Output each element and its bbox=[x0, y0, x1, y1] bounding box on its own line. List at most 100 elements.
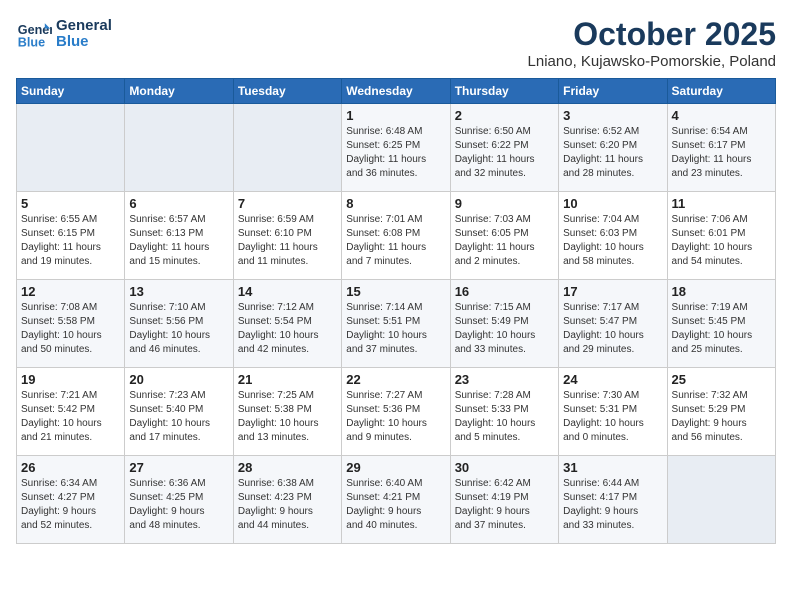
calendar-cell: 17 Sunrise: 7:17 AM Sunset: 5:47 PM Dayli… bbox=[559, 280, 667, 368]
header-saturday: Saturday bbox=[667, 79, 775, 104]
day-number: 12 bbox=[21, 284, 120, 299]
day-info: Sunrise: 7:15 AM Sunset: 5:49 PM Dayligh… bbox=[455, 301, 554, 357]
day-info: Sunrise: 7:32 AM Sunset: 5:29 PM Dayligh… bbox=[672, 389, 771, 445]
header-thursday: Thursday bbox=[450, 79, 558, 104]
day-info: Sunrise: 6:48 AM Sunset: 6:25 PM Dayligh… bbox=[346, 125, 445, 181]
day-info: Sunrise: 6:34 AM Sunset: 4:27 PM Dayligh… bbox=[21, 477, 120, 533]
calendar-cell: 14 Sunrise: 7:12 AM Sunset: 5:54 PM Dayli… bbox=[233, 280, 341, 368]
day-number: 15 bbox=[346, 284, 445, 299]
day-number: 30 bbox=[455, 460, 554, 475]
day-info: Sunrise: 7:21 AM Sunset: 5:42 PM Dayligh… bbox=[21, 389, 120, 445]
calendar-cell: 29Sunrise: 6:40 AM Sunset: 4:21 PM Dayli… bbox=[342, 456, 450, 544]
calendar-cell: 12 Sunrise: 7:08 AM Sunset: 5:58 PM Dayli… bbox=[17, 280, 125, 368]
day-number: 1 bbox=[346, 108, 445, 123]
day-number: 26 bbox=[21, 460, 120, 475]
day-number: 11 bbox=[672, 196, 771, 211]
svg-text:Blue: Blue bbox=[18, 36, 45, 50]
day-number: 22 bbox=[346, 372, 445, 387]
day-number: 6 bbox=[129, 196, 228, 211]
day-number: 14 bbox=[238, 284, 337, 299]
calendar-cell: 30 Sunrise: 6:42 AM Sunset: 4:19 PM Dayli… bbox=[450, 456, 558, 544]
week-row-4: 19 Sunrise: 7:21 AM Sunset: 5:42 PM Dayli… bbox=[17, 368, 776, 456]
day-info: Sunrise: 7:06 AM Sunset: 6:01 PM Dayligh… bbox=[672, 213, 771, 269]
day-info: Sunrise: 6:38 AM Sunset: 4:23 PM Dayligh… bbox=[238, 477, 337, 533]
day-number: 25 bbox=[672, 372, 771, 387]
day-number: 5 bbox=[21, 196, 120, 211]
day-number: 21 bbox=[238, 372, 337, 387]
day-number: 13 bbox=[129, 284, 228, 299]
day-number: 20 bbox=[129, 372, 228, 387]
week-row-5: 26 Sunrise: 6:34 AM Sunset: 4:27 PM Dayli… bbox=[17, 456, 776, 544]
day-info: Sunrise: 6:52 AM Sunset: 6:20 PM Dayligh… bbox=[563, 125, 662, 181]
calendar-cell: 15 Sunrise: 7:14 AM Sunset: 5:51 PM Dayli… bbox=[342, 280, 450, 368]
calendar-cell: 22 Sunrise: 7:27 AM Sunset: 5:36 PM Dayli… bbox=[342, 368, 450, 456]
header-sunday: Sunday bbox=[17, 79, 125, 104]
title-block: October 2025 Lniano, Kujawsko-Pomorskie,… bbox=[528, 16, 776, 70]
calendar-cell bbox=[17, 104, 125, 192]
location: Lniano, Kujawsko-Pomorskie, Poland bbox=[528, 53, 776, 70]
logo-line1: General bbox=[56, 18, 112, 35]
day-info: Sunrise: 7:30 AM Sunset: 5:31 PM Dayligh… bbox=[563, 389, 662, 445]
day-info: Sunrise: 7:12 AM Sunset: 5:54 PM Dayligh… bbox=[238, 301, 337, 357]
calendar-cell: 27Sunrise: 6:36 AM Sunset: 4:25 PM Dayli… bbox=[125, 456, 233, 544]
week-row-1: 1 Sunrise: 6:48 AM Sunset: 6:25 PM Daylig… bbox=[17, 104, 776, 192]
day-number: 9 bbox=[455, 196, 554, 211]
day-info: Sunrise: 7:10 AM Sunset: 5:56 PM Dayligh… bbox=[129, 301, 228, 357]
calendar-table: SundayMondayTuesdayWednesdayThursdayFrid… bbox=[16, 78, 776, 544]
calendar-cell: 2 Sunrise: 6:50 AM Sunset: 6:22 PM Daylig… bbox=[450, 104, 558, 192]
day-info: Sunrise: 6:57 AM Sunset: 6:13 PM Dayligh… bbox=[129, 213, 228, 269]
week-row-2: 5Sunrise: 6:55 AM Sunset: 6:15 PM Daylig… bbox=[17, 192, 776, 280]
day-info: Sunrise: 6:44 AM Sunset: 4:17 PM Dayligh… bbox=[563, 477, 662, 533]
day-number: 2 bbox=[455, 108, 554, 123]
calendar-cell: 23Sunrise: 7:28 AM Sunset: 5:33 PM Dayli… bbox=[450, 368, 558, 456]
calendar-cell: 3 Sunrise: 6:52 AM Sunset: 6:20 PM Daylig… bbox=[559, 104, 667, 192]
calendar-cell: 21 Sunrise: 7:25 AM Sunset: 5:38 PM Dayli… bbox=[233, 368, 341, 456]
day-number: 10 bbox=[563, 196, 662, 211]
calendar-cell: 6 Sunrise: 6:57 AM Sunset: 6:13 PM Daylig… bbox=[125, 192, 233, 280]
header-tuesday: Tuesday bbox=[233, 79, 341, 104]
day-info: Sunrise: 7:04 AM Sunset: 6:03 PM Dayligh… bbox=[563, 213, 662, 269]
day-info: Sunrise: 7:14 AM Sunset: 5:51 PM Dayligh… bbox=[346, 301, 445, 357]
header-friday: Friday bbox=[559, 79, 667, 104]
calendar-cell bbox=[233, 104, 341, 192]
calendar-cell: 13 Sunrise: 7:10 AM Sunset: 5:56 PM Dayli… bbox=[125, 280, 233, 368]
logo-line2: Blue bbox=[56, 34, 112, 51]
calendar-cell: 26 Sunrise: 6:34 AM Sunset: 4:27 PM Dayli… bbox=[17, 456, 125, 544]
day-number: 4 bbox=[672, 108, 771, 123]
day-number: 24 bbox=[563, 372, 662, 387]
calendar-cell: 28 Sunrise: 6:38 AM Sunset: 4:23 PM Dayli… bbox=[233, 456, 341, 544]
calendar-cell: 18Sunrise: 7:19 AM Sunset: 5:45 PM Dayli… bbox=[667, 280, 775, 368]
week-row-3: 12 Sunrise: 7:08 AM Sunset: 5:58 PM Dayli… bbox=[17, 280, 776, 368]
calendar-cell: 20Sunrise: 7:23 AM Sunset: 5:40 PM Dayli… bbox=[125, 368, 233, 456]
calendar-cell: 11 Sunrise: 7:06 AM Sunset: 6:01 PM Dayli… bbox=[667, 192, 775, 280]
day-number: 18 bbox=[672, 284, 771, 299]
page-header: General Blue General Blue October 2025 L… bbox=[16, 16, 776, 70]
day-info: Sunrise: 7:27 AM Sunset: 5:36 PM Dayligh… bbox=[346, 389, 445, 445]
day-info: Sunrise: 6:50 AM Sunset: 6:22 PM Dayligh… bbox=[455, 125, 554, 181]
day-number: 23 bbox=[455, 372, 554, 387]
day-info: Sunrise: 7:01 AM Sunset: 6:08 PM Dayligh… bbox=[346, 213, 445, 269]
day-info: Sunrise: 6:54 AM Sunset: 6:17 PM Dayligh… bbox=[672, 125, 771, 181]
day-info: Sunrise: 6:42 AM Sunset: 4:19 PM Dayligh… bbox=[455, 477, 554, 533]
calendar-cell: 5Sunrise: 6:55 AM Sunset: 6:15 PM Daylig… bbox=[17, 192, 125, 280]
day-number: 31 bbox=[563, 460, 662, 475]
day-number: 19 bbox=[21, 372, 120, 387]
day-info: Sunrise: 7:08 AM Sunset: 5:58 PM Dayligh… bbox=[21, 301, 120, 357]
logo: General Blue General Blue bbox=[16, 16, 112, 52]
day-number: 17 bbox=[563, 284, 662, 299]
day-number: 28 bbox=[238, 460, 337, 475]
day-info: Sunrise: 7:25 AM Sunset: 5:38 PM Dayligh… bbox=[238, 389, 337, 445]
calendar-cell: 1 Sunrise: 6:48 AM Sunset: 6:25 PM Daylig… bbox=[342, 104, 450, 192]
header-monday: Monday bbox=[125, 79, 233, 104]
calendar-cell: 8Sunrise: 7:01 AM Sunset: 6:08 PM Daylig… bbox=[342, 192, 450, 280]
calendar-cell: 25 Sunrise: 7:32 AM Sunset: 5:29 PM Dayli… bbox=[667, 368, 775, 456]
calendar-cell: 9Sunrise: 7:03 AM Sunset: 6:05 PM Daylig… bbox=[450, 192, 558, 280]
calendar-cell: 7Sunrise: 6:59 AM Sunset: 6:10 PM Daylig… bbox=[233, 192, 341, 280]
logo-icon: General Blue bbox=[16, 16, 52, 52]
day-number: 3 bbox=[563, 108, 662, 123]
calendar-cell bbox=[125, 104, 233, 192]
day-info: Sunrise: 6:40 AM Sunset: 4:21 PM Dayligh… bbox=[346, 477, 445, 533]
day-info: Sunrise: 7:17 AM Sunset: 5:47 PM Dayligh… bbox=[563, 301, 662, 357]
day-info: Sunrise: 6:59 AM Sunset: 6:10 PM Dayligh… bbox=[238, 213, 337, 269]
calendar-cell: 19 Sunrise: 7:21 AM Sunset: 5:42 PM Dayli… bbox=[17, 368, 125, 456]
